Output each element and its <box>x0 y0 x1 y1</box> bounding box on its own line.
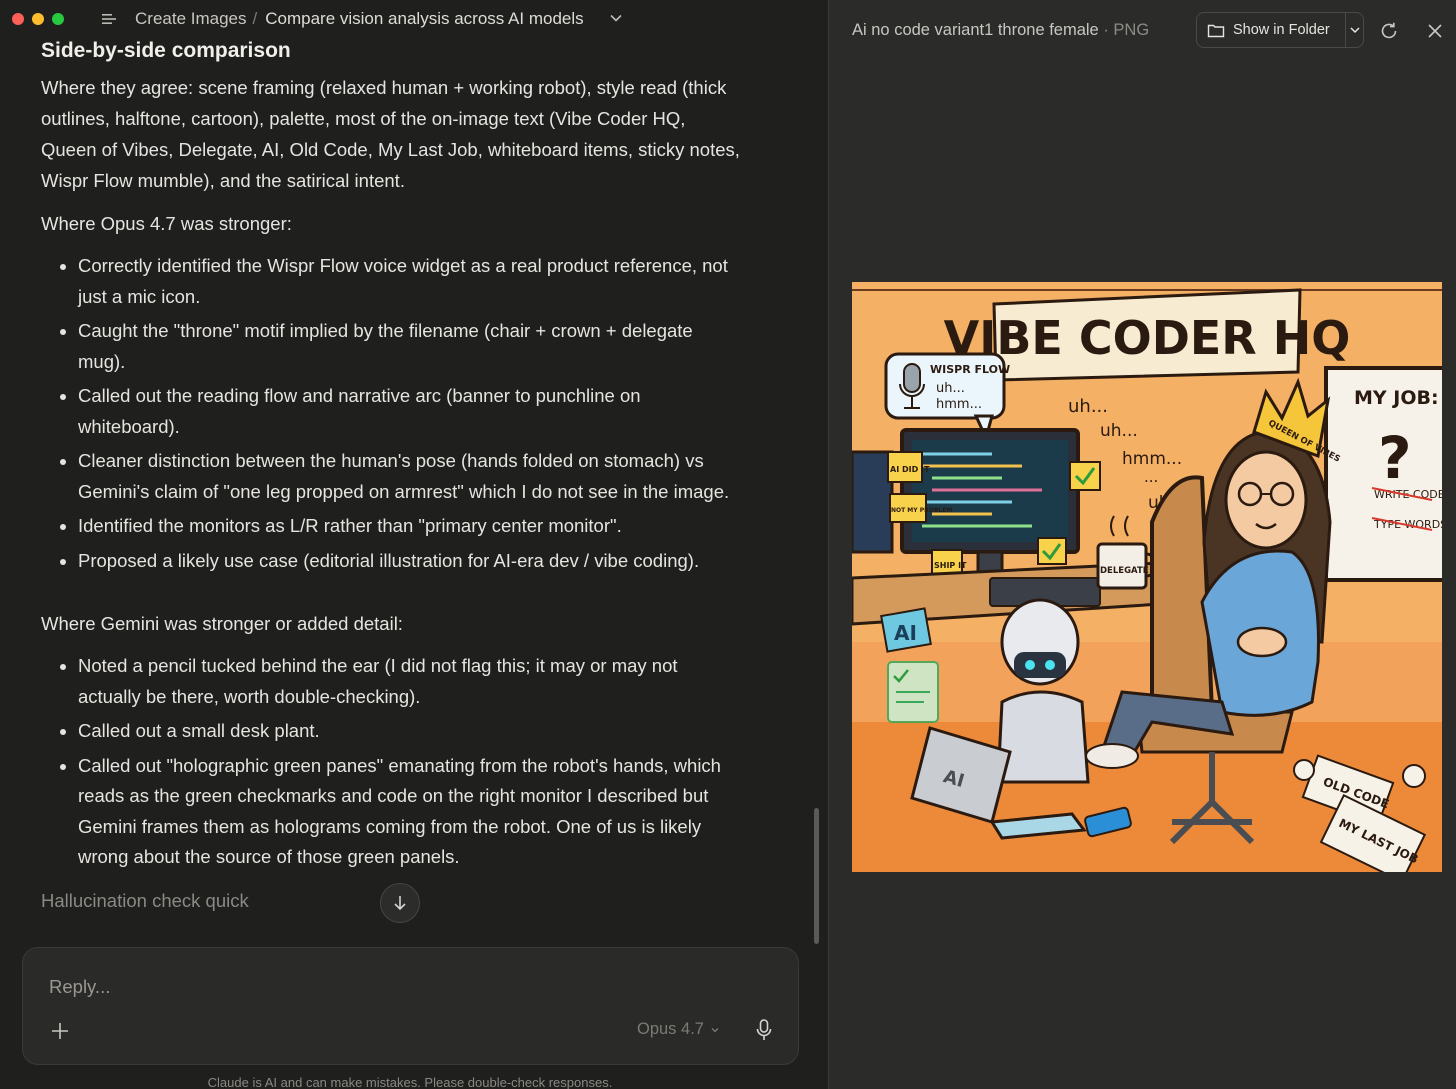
reply-input[interactable] <box>47 972 611 1002</box>
sticky-note-1: AI DID IT <box>890 465 930 474</box>
opus-list: Correctly identified the Wispr Flow voic… <box>41 251 741 576</box>
message-content: Side-by-side comparison Where they agree… <box>41 38 741 928</box>
list-item: Proposed a likely use case (editorial il… <box>78 546 741 577</box>
scrollbar[interactable] <box>814 808 819 944</box>
sidebar-toggle-icon[interactable] <box>101 12 117 26</box>
mumble-4: ... <box>1144 468 1158 486</box>
breadcrumb-separator: / <box>252 9 258 28</box>
show-in-folder-main[interactable]: Show in Folder <box>1197 13 1346 47</box>
list-item: Cleaner distinction between the human's … <box>78 446 741 507</box>
show-in-folder-button[interactable]: Show in Folder <box>1196 12 1364 48</box>
refresh-icon[interactable] <box>1378 20 1400 42</box>
bubble-line2: hmm... <box>936 397 982 412</box>
preview-pane: Ai no code variant1 throne female · PNG … <box>828 0 1456 1089</box>
disclaimer: Claude is AI and can make mistakes. Plea… <box>207 1075 613 1089</box>
list-item: Called out "holographic green panes" ema… <box>78 751 741 873</box>
chevron-down-icon[interactable] <box>609 11 623 25</box>
close-window-button[interactable] <box>12 13 24 25</box>
opus-heading: Where Opus 4.7 was stronger: <box>41 213 292 234</box>
zoom-window-button[interactable] <box>52 13 64 25</box>
breadcrumb: Create Images / Compare vision analysis ac… <box>135 9 584 29</box>
list-item: Correctly identified the Wispr Flow voic… <box>78 251 741 312</box>
mumble-2: uh... <box>1100 421 1138 441</box>
file-type: · PNG <box>1103 21 1150 39</box>
title-bar: Create Images / Compare vision analysis ac… <box>0 0 828 38</box>
list-item: Called out a small desk plant. <box>78 716 741 747</box>
sticky-note-2: NOT MY PROBLEM <box>891 507 952 514</box>
file-name: Ai no code variant1 throne female <box>852 21 1099 39</box>
chat-pane: Create Images / Compare vision analysis ac… <box>0 0 828 1089</box>
gemini-heading: Where Gemini was stronger or added detai… <box>41 613 403 634</box>
chevron-down-icon <box>1349 27 1360 34</box>
arrow-down-icon <box>394 896 406 911</box>
model-name: Opus 4.7 <box>637 1020 704 1038</box>
section-heading: Side-by-side comparison <box>41 39 291 62</box>
bubble-line1: uh... <box>936 381 965 396</box>
breadcrumb-current[interactable]: Compare vision analysis across AI models <box>265 9 583 28</box>
mumble-3: hmm... <box>1122 449 1182 469</box>
list-item: Noted a pencil tucked behind the ear (I … <box>78 651 741 712</box>
list-item: Identified the monitors as L/R rather th… <box>78 511 741 542</box>
agree-paragraph: Where they agree: scene framing (relaxed… <box>41 77 740 191</box>
microphone-icon[interactable] <box>753 1018 775 1042</box>
show-in-folder-label: Show in Folder <box>1233 22 1330 38</box>
plus-icon[interactable] <box>49 1020 71 1042</box>
window-controls <box>12 13 64 25</box>
mug-text: DELEGATE <box>1100 566 1149 576</box>
banner-text: VIBE CODER HQ <box>944 311 1351 365</box>
file-title: Ai no code variant1 throne female · PNG <box>852 21 1149 40</box>
show-in-folder-dropdown[interactable] <box>1346 13 1363 47</box>
whiteboard-question: ? <box>1378 424 1412 492</box>
folder-icon <box>1207 24 1225 37</box>
list-item: Called out the reading flow and narrativ… <box>78 381 741 442</box>
minimize-window-button[interactable] <box>32 13 44 25</box>
whiteboard-title: MY JOB: <box>1354 387 1439 409</box>
breadcrumb-parent[interactable]: Create Images <box>135 9 247 28</box>
mumble-1: uh... <box>1068 396 1108 417</box>
preview-image: VIBE CODER HQ WISPR FLOW uh... hmm... uh… <box>852 282 1442 872</box>
list-item: Caught the "throne" motif implied by the… <box>78 316 741 377</box>
bubble-title: WISPR FLOW <box>930 363 1010 376</box>
ai-card-text: AI <box>894 621 917 645</box>
model-selector[interactable]: Opus 4.7 <box>637 1020 720 1039</box>
composer: Opus 4.7 <box>22 947 799 1065</box>
sticky-note-3: SHIP IT <box>934 561 967 570</box>
gemini-list: Noted a pencil tucked behind the ear (I … <box>41 651 741 873</box>
chevron-down-icon <box>711 1027 719 1032</box>
close-icon[interactable] <box>1426 22 1444 40</box>
scroll-to-bottom-button[interactable] <box>380 883 420 923</box>
